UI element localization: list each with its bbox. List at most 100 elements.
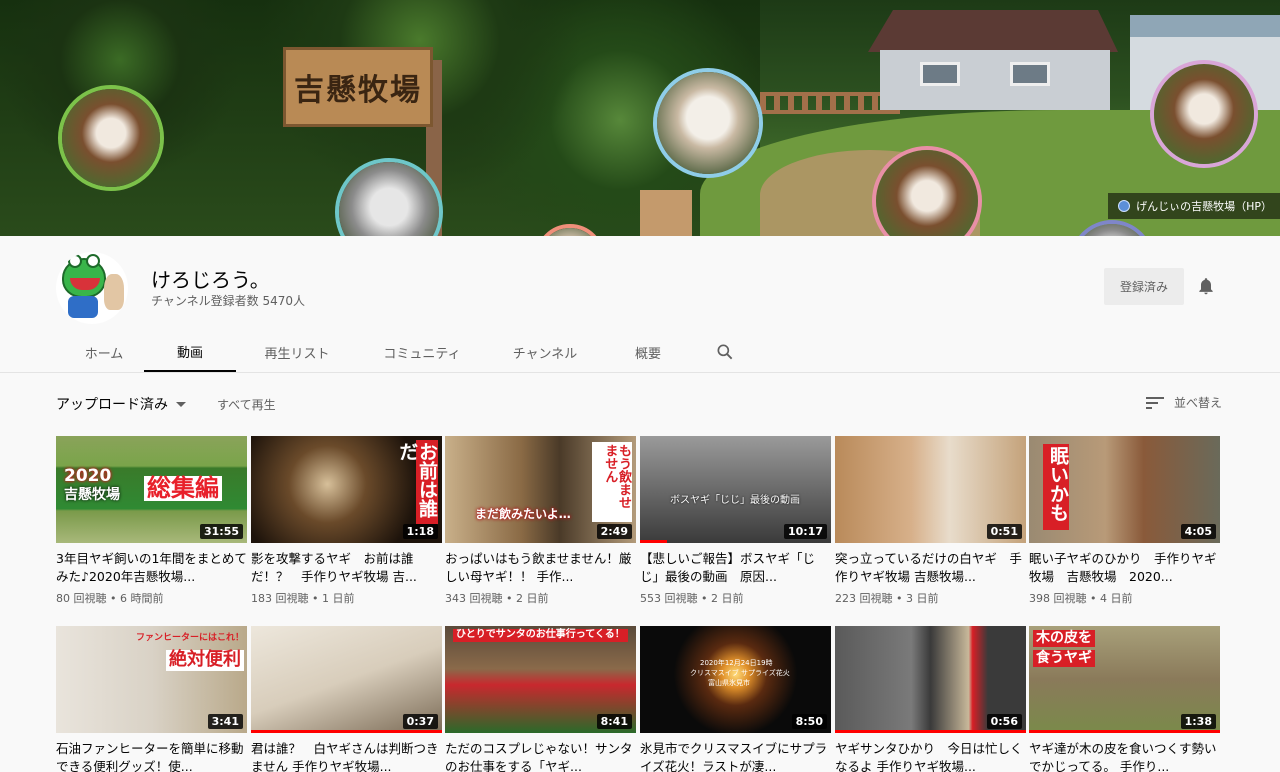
video-card[interactable]: もう飲ませません まだ飲みたいよ… 2:49 おっぱいはもう飲ませません！厳しい…: [445, 436, 636, 606]
video-duration: 10:17: [783, 524, 827, 539]
tab-community[interactable]: コミュニティ: [358, 332, 486, 372]
video-meta: 398 回視聴 • 4 日前: [1029, 592, 1133, 605]
video-card[interactable]: 2020 吉懸牧場 総集編 31:55 3年目ヤギ飼いの1年間をまとめてみた♪2…: [56, 436, 247, 606]
channel-avatar[interactable]: [56, 252, 128, 324]
uploads-filter-dropdown[interactable]: アップロード済み: [56, 394, 186, 414]
video-duration: 4:05: [1180, 524, 1216, 539]
video-card[interactable]: 2020年12月24日19時 クリスマスイブ サプライズ花火 富山県氷見市 8:…: [640, 626, 831, 772]
banner-link-label: げんじぃの吉懸牧場（HP）: [1136, 200, 1272, 213]
view-count: 553 回視聴: [640, 592, 698, 605]
video-thumbnail[interactable]: 眠いかも 4:05: [1029, 436, 1220, 543]
video-card[interactable]: ボスヤギ「じじ」最後の動画 10:17 【悲しいご報告】ボスヤギ「じじ」最後の動…: [640, 436, 831, 606]
view-count: 80 回視聴: [56, 592, 107, 605]
video-card[interactable]: ファンヒーターにはこれ！ 絶対便利 3:41 石油ファンヒーターを簡単に移動でき…: [56, 626, 247, 772]
video-duration: 1:38: [1180, 714, 1216, 729]
video-title[interactable]: ただのコスプレじゃない！サンタのお仕事をする「ヤギ...: [445, 740, 636, 772]
video-thumbnail[interactable]: 0:56: [835, 626, 1026, 733]
upload-age: 6 時間前: [119, 592, 164, 605]
video-meta: 183 回視聴 • 1 日前: [251, 592, 355, 605]
video-title[interactable]: おっぱいはもう飲ませません！厳しい母ヤギ！！ 手作...: [445, 550, 636, 586]
tab-videos[interactable]: 動画: [144, 332, 236, 372]
video-thumbnail[interactable]: 0:37: [251, 626, 442, 733]
thumbnail-caption: ひとりでサンタのお仕事行ってくる！: [453, 629, 628, 642]
sort-button[interactable]: 並べ替え: [1146, 394, 1222, 411]
thumbnail-caption: 眠いかも: [1043, 444, 1069, 530]
upload-age: 2 日前: [710, 592, 744, 605]
thumbnail-caption: まだ飲みたいよ…: [475, 507, 571, 521]
bell-icon[interactable]: [1196, 276, 1216, 296]
video-title[interactable]: 3年目ヤギ飼いの1年間をまとめてみた♪2020年吉懸牧場...: [56, 550, 247, 586]
banner-goat-photo: [872, 146, 982, 236]
thumbnail-caption: 2020: [64, 466, 112, 486]
video-thumbnail[interactable]: 2020年12月24日19時 クリスマスイブ サプライズ花火 富山県氷見市 8:…: [640, 626, 831, 733]
video-duration: 8:41: [596, 714, 632, 729]
video-duration: 0:56: [986, 714, 1022, 729]
thumbnail-caption: 富山県氷見市: [708, 679, 750, 687]
video-meta: 80 回視聴 • 6 時間前: [56, 592, 164, 605]
banner-ranch-sign: 吉懸牧場: [283, 47, 433, 127]
video-title[interactable]: 眠い子ヤギのひかり 手作りヤギ牧場 吉懸牧場 2020...: [1029, 550, 1220, 586]
channel-name: けろじろう。: [151, 268, 270, 292]
video-thumbnail[interactable]: ボスヤギ「じじ」最後の動画 10:17: [640, 436, 831, 543]
upload-age: 2 日前: [515, 592, 549, 605]
video-duration: 1:18: [402, 524, 438, 539]
video-title[interactable]: 氷見市でクリスマスイブにサプライズ花火！ラストが凄...: [640, 740, 831, 772]
channel-banner: 吉懸牧場 げんじぃの吉懸牧場（HP）: [0, 0, 1280, 236]
subscribed-button[interactable]: 登録済み: [1104, 268, 1184, 305]
banner-website-link[interactable]: げんじぃの吉懸牧場（HP）: [1108, 193, 1280, 219]
chevron-down-icon: [176, 401, 186, 407]
thumbnail-caption: ファンヒーターにはこれ！: [136, 633, 245, 643]
upload-age: 3 日前: [905, 592, 939, 605]
video-duration: 3:41: [207, 714, 243, 729]
banner-goat-photo: [653, 68, 763, 178]
upload-age: 1 日前: [321, 592, 355, 605]
tab-channels[interactable]: チャンネル: [486, 332, 604, 372]
video-duration: 8:50: [791, 714, 827, 729]
view-count: 343 回視聴: [445, 592, 503, 605]
video-title[interactable]: 突っ立っているだけの白ヤギ 手作りヤギ牧場 吉懸牧場...: [835, 550, 1026, 586]
video-card[interactable]: 0:37 君は誰？ 白ヤギさんは判断つきません 手作りヤギ牧場...: [251, 626, 442, 772]
tab-home[interactable]: ホーム: [64, 332, 144, 372]
video-card[interactable]: 0:56 ヤギサンタひかり 今日は忙しくなるよ 手作りヤギ牧場...: [835, 626, 1026, 772]
thumbnail-caption: もう飲ませません: [592, 442, 632, 522]
thumbnail-caption: クリスマスイブ サプライズ花火: [690, 669, 790, 677]
video-duration: 2:49: [596, 524, 632, 539]
tab-playlists[interactable]: 再生リスト: [236, 332, 358, 372]
tab-about[interactable]: 概要: [604, 332, 692, 372]
banner-fence: [760, 92, 900, 114]
thumbnail-caption: お前は誰だ: [396, 440, 438, 524]
globe-icon: [1118, 200, 1131, 212]
play-all-button[interactable]: すべて再生: [217, 396, 276, 413]
channel-search-button[interactable]: [710, 332, 740, 372]
watch-progress-bar: [835, 730, 1026, 733]
video-card[interactable]: 0:51 突っ立っているだけの白ヤギ 手作りヤギ牧場 吉懸牧場... 223 回…: [835, 436, 1026, 606]
video-title[interactable]: 影を攻撃するヤギ お前は誰だ！？ 手作りヤギ牧場 吉...: [251, 550, 442, 586]
channel-header: けろじろう。 チャンネル登録者数 5470人 登録済み ホーム 動画 再生リスト…: [0, 236, 1280, 372]
video-card[interactable]: 木の皮を 食うヤギ 1:38 ヤギ達が木の皮を食いつくす勢いでかじってる。 手作…: [1029, 626, 1220, 772]
video-thumbnail[interactable]: もう飲ませません まだ飲みたいよ… 2:49: [445, 436, 636, 543]
video-card[interactable]: お前は誰だ 1:18 影を攻撃するヤギ お前は誰だ！？ 手作りヤギ牧場 吉...…: [251, 436, 442, 606]
video-title[interactable]: 石油ファンヒーターを簡単に移動できる便利グッズ！使...: [56, 740, 247, 772]
banner-stump: [640, 190, 692, 236]
video-title[interactable]: ヤギ達が木の皮を食いつくす勢いでかじってる。 手作り...: [1029, 740, 1220, 772]
video-duration: 0:51: [986, 524, 1022, 539]
video-thumbnail[interactable]: 2020 吉懸牧場 総集編 31:55: [56, 436, 247, 543]
video-thumbnail[interactable]: ファンヒーターにはこれ！ 絶対便利 3:41: [56, 626, 247, 733]
thumbnail-caption: 総集編: [144, 475, 222, 502]
video-thumbnail[interactable]: ひとりでサンタのお仕事行ってくる！ 8:41: [445, 626, 636, 733]
video-meta: 223 回視聴 • 3 日前: [835, 592, 939, 605]
video-thumbnail[interactable]: お前は誰だ 1:18: [251, 436, 442, 543]
video-card[interactable]: 眠いかも 4:05 眠い子ヤギのひかり 手作りヤギ牧場 吉懸牧場 2020...…: [1029, 436, 1220, 606]
video-thumbnail[interactable]: 0:51: [835, 436, 1026, 543]
channel-tabs: ホーム 動画 再生リスト コミュニティ チャンネル 概要: [64, 332, 740, 372]
video-thumbnail[interactable]: 木の皮を 食うヤギ 1:38: [1029, 626, 1220, 733]
thumbnail-caption: 吉懸牧場: [64, 487, 120, 503]
upload-age: 4 日前: [1099, 592, 1133, 605]
video-title[interactable]: 君は誰？ 白ヤギさんは判断つきません 手作りヤギ牧場...: [251, 740, 442, 772]
video-title[interactable]: 【悲しいご報告】ボスヤギ「じじ」最後の動画 原因...: [640, 550, 831, 586]
video-title[interactable]: ヤギサンタひかり 今日は忙しくなるよ 手作りヤギ牧場...: [835, 740, 1026, 772]
sort-icon: [1146, 396, 1164, 409]
search-icon: [717, 344, 733, 360]
videos-section: アップロード済み すべて再生 並べ替え 2020 吉懸牧場 総集編 31:55 …: [0, 372, 1280, 772]
video-card[interactable]: ひとりでサンタのお仕事行ってくる！ 8:41 ただのコスプレじゃない！サンタのお…: [445, 626, 636, 772]
